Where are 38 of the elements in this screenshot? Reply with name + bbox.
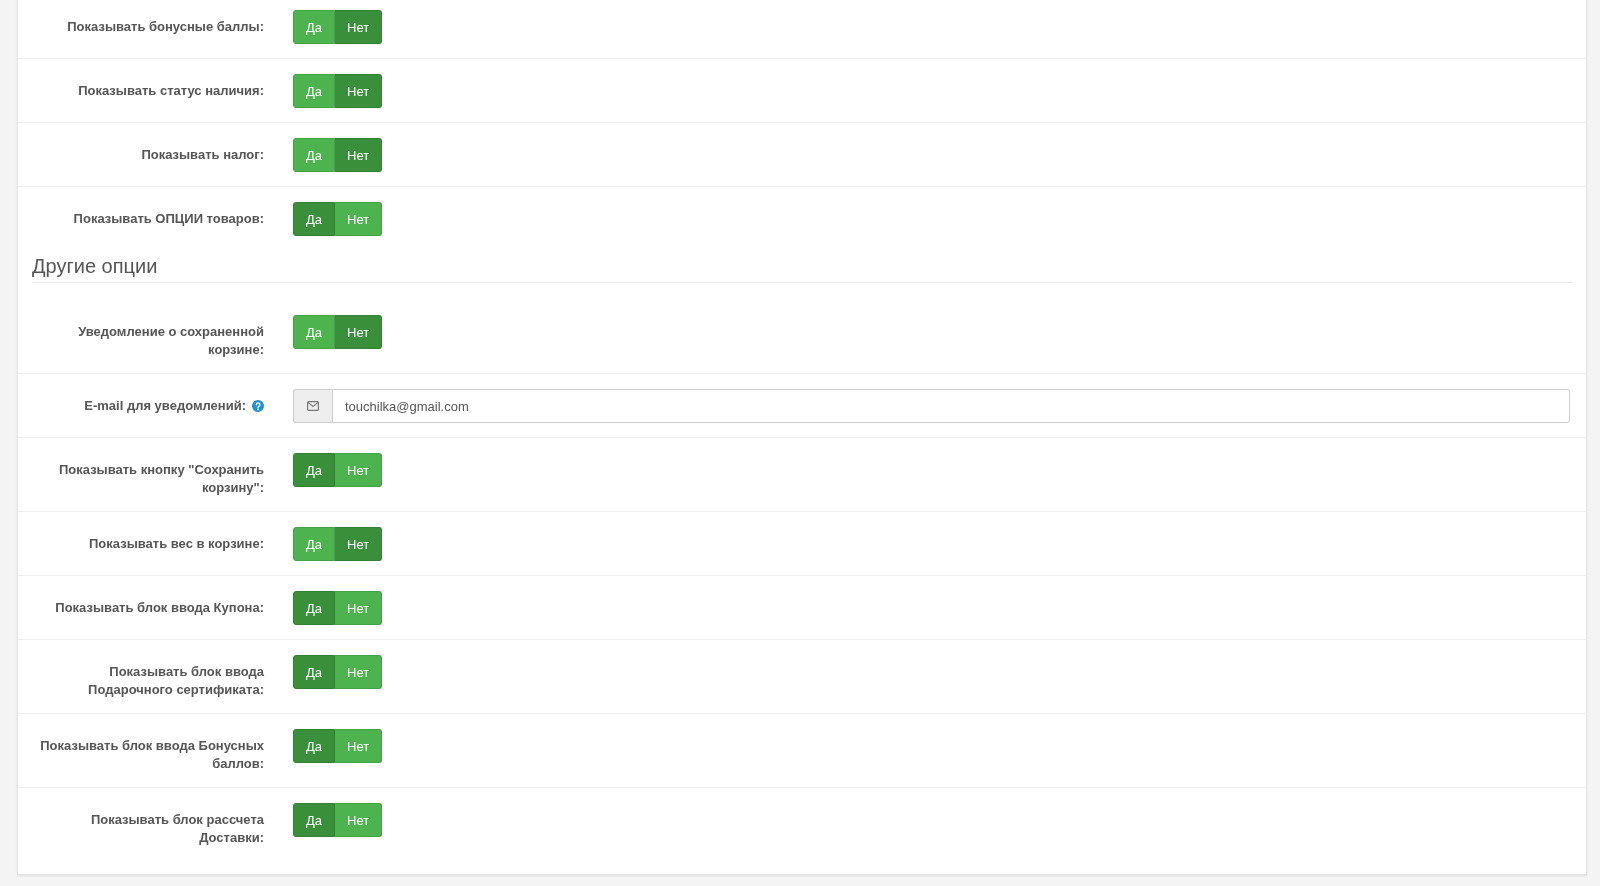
toggle-option[interactable]: Да [293, 527, 336, 561]
envelope-icon [307, 401, 319, 411]
form-label: Показывать ОПЦИИ товаров: [73, 210, 264, 228]
toggle-option[interactable]: Да [293, 315, 336, 349]
toggle-option[interactable]: Нет [335, 729, 383, 763]
toggle-option[interactable]: Нет [335, 10, 383, 44]
form-label: Показывать статус наличия: [78, 82, 264, 100]
form-label: E-mail для уведомлений: [84, 397, 246, 415]
toggle-option[interactable]: Нет [335, 138, 383, 172]
toggle-option[interactable]: Нет [335, 74, 383, 108]
toggle-option[interactable]: Нет [335, 803, 383, 837]
toggle-option[interactable]: Нет [335, 527, 383, 561]
toggle-option[interactable]: Да [293, 74, 336, 108]
form-label: Уведомление о сохраненной корзине: [77, 323, 264, 359]
toggle-option[interactable]: Да [293, 591, 336, 625]
form-label: Показывать бонусные баллы: [67, 18, 264, 36]
toggle-option[interactable]: Да [293, 202, 336, 236]
form-label: Показывать блок ввода Подарочного сертификата: [87, 663, 264, 699]
toggle-option[interactable]: Нет [335, 591, 383, 625]
section-heading: Другие опции [32, 254, 158, 279]
form-label: Показывать вес в корзине: [89, 535, 264, 553]
form-label: Показывать блок ввода Купона: [55, 599, 264, 617]
toggle-option[interactable]: Нет [335, 655, 383, 689]
form-label: Показывать кнопку "Сохранить корзину": [57, 461, 264, 497]
toggle-option[interactable]: Да [293, 138, 336, 172]
toggle-option[interactable]: Да [293, 453, 336, 487]
form-label: Показывать блок рассчета Доставки: [89, 811, 264, 847]
form-label: Показывать блок ввода Бонусных баллов: [39, 737, 264, 773]
toggle-option[interactable]: Да [293, 803, 336, 837]
help-icon[interactable] [252, 400, 264, 412]
form-label: Показывать налог: [141, 146, 264, 164]
toggle-option[interactable]: Нет [335, 202, 383, 236]
toggle-option[interactable]: Нет [335, 315, 383, 349]
toggle-option[interactable]: Нет [335, 453, 383, 487]
email-field[interactable]: touchilka@gmail.com [332, 389, 1570, 423]
toggle-option[interactable]: Да [293, 655, 336, 689]
toggle-option[interactable]: Да [293, 729, 336, 763]
toggle-option[interactable]: Да [293, 10, 336, 44]
